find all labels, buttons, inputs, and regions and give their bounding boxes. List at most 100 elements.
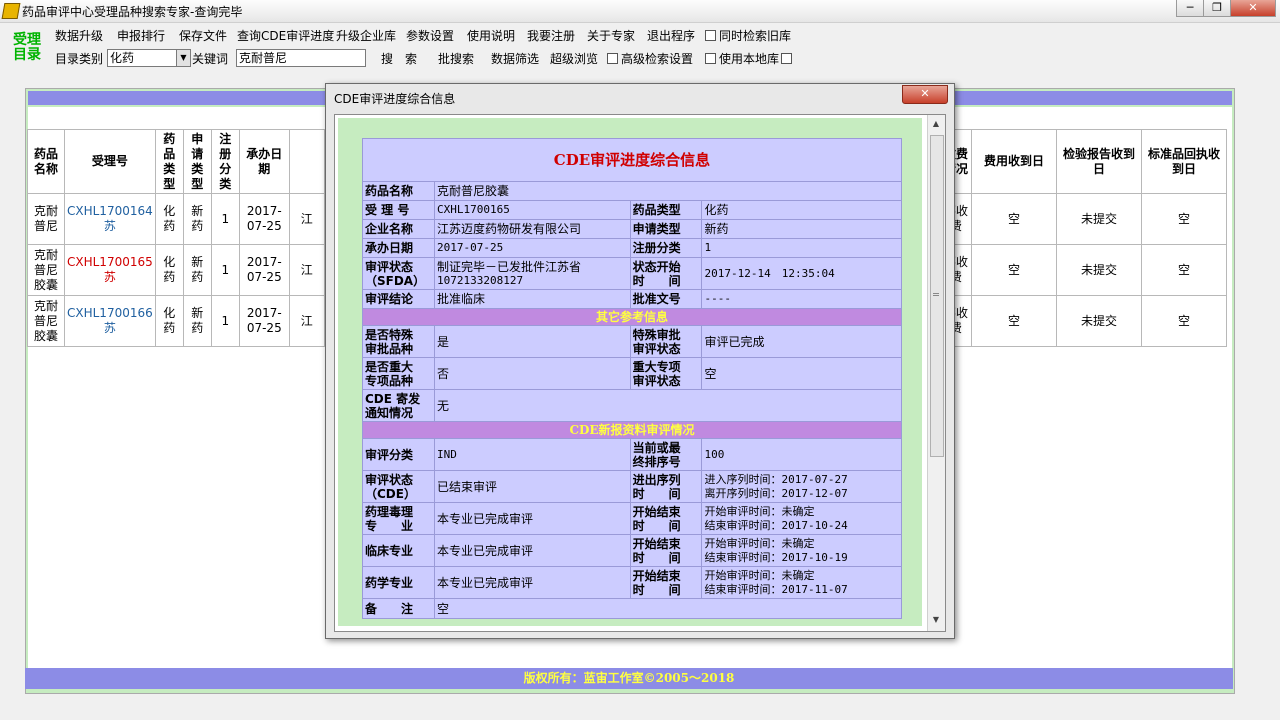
col-date: 承办日期 xyxy=(238,129,290,194)
label-line: 进出序列 xyxy=(632,472,681,487)
menu-ranking[interactable]: 申报排行 xyxy=(117,27,165,44)
label-line: 时 间 xyxy=(632,582,681,597)
cell-report: 未提交 xyxy=(1056,295,1142,347)
table-row[interactable]: 克耐普尼胶囊 CXHL1700166苏 化药 新药 1 2017-07-25 江 xyxy=(27,295,325,347)
value-reg-class: 1 xyxy=(701,238,902,258)
checkbox-label: 高级检索设置 xyxy=(621,52,694,66)
cell-class: 1 xyxy=(210,295,240,347)
label-clinical-time: 开始结束时 间 xyxy=(629,534,703,567)
col-report-date: 检验报告收到日 xyxy=(1056,129,1142,194)
category-select[interactable]: 化药 ▼ xyxy=(107,49,191,67)
table-row[interactable]: 不收费 空 未提交 空 xyxy=(940,295,1227,347)
minimize-button[interactable]: ─ xyxy=(1176,0,1204,17)
menu-settings[interactable]: 参数设置 xyxy=(406,27,454,44)
cell-report: 未提交 xyxy=(1056,193,1142,245)
label-line: 药理毒理 xyxy=(365,504,414,519)
label-sfda-status: 审评状态 （SFDA） xyxy=(362,257,435,290)
keyword-input[interactable]: 克耐普尼 xyxy=(236,49,366,67)
window-title: 药品审评中心受理品种搜索专家-查询完毕 xyxy=(22,5,243,19)
label-line: 审评状态 xyxy=(632,373,681,388)
value-pharm-time: 开始审评时间：未确定 结束审评时间：2017-10-24 xyxy=(701,502,902,535)
value-company: 江苏迈度药物研发有限公司 xyxy=(433,219,631,239)
cell-date: 2017-07-25 xyxy=(238,295,290,347)
checkbox-box xyxy=(781,53,793,64)
table-row[interactable]: 不收费 空 未提交 空 xyxy=(940,244,1227,296)
label-line: CDE 寄发 xyxy=(365,391,421,406)
label-line: 时 间 xyxy=(632,486,681,501)
label-status-time: 状态开始时 间 xyxy=(629,257,703,290)
cell-name: 克耐普尼 xyxy=(27,193,65,245)
accept-no-link[interactable]: CXHL1700166苏 xyxy=(64,295,156,347)
value-line: 离开序列时间：2017-12-07 xyxy=(704,486,848,500)
cell-class: 1 xyxy=(210,244,240,296)
checkbox-label: 使用本地库 xyxy=(719,52,780,66)
scroll-up-icon[interactable]: ▲ xyxy=(930,117,942,131)
data-filter-button[interactable]: 数据筛选 xyxy=(491,50,539,67)
table-row[interactable]: 克耐普尼胶囊 CXHL1700165苏 化药 新药 1 2017-07-25 江 xyxy=(27,244,325,296)
advanced-search-checkbox[interactable]: 高级检索设置 xyxy=(607,50,693,67)
search-old-db-checkbox[interactable]: 同时检索旧库 xyxy=(705,27,791,44)
value-line: 结束审评时间：2017-10-19 xyxy=(704,550,848,564)
table-row[interactable]: 克耐普尼 CXHL1700164苏 化药 新药 1 2017-07-25 江 xyxy=(27,193,325,245)
menu-about[interactable]: 关于专家 xyxy=(587,27,635,44)
results-table-right: 收费情况 费用收到日 检验报告收到日 标准品回执收到日 不收费 空 未提交 空 … xyxy=(940,129,1227,347)
label-review-class: 审评分类 xyxy=(362,438,435,471)
cell-apply: 新药 xyxy=(182,193,212,245)
label-line: 是否特殊 xyxy=(365,327,414,342)
cell-date: 2017-07-25 xyxy=(238,193,290,245)
search-button[interactable]: 搜 索 xyxy=(381,50,417,67)
cell-name: 克耐普尼胶囊 xyxy=(27,244,65,296)
copyright-footer: 版权所有：蓝宙工作室©2005～2018 xyxy=(25,668,1233,689)
value-line: 开始审评时间：未确定 xyxy=(704,568,815,582)
col-hidden xyxy=(288,129,325,194)
local-db-checkbox[interactable]: 使用本地库 xyxy=(705,50,795,67)
category-label: 目录类别 xyxy=(55,52,104,66)
dialog-scrollbar[interactable]: ▲ ▼ xyxy=(927,115,945,631)
col-std-date: 标准品回执收到日 xyxy=(1141,129,1227,194)
label-line: 审评状态 xyxy=(632,341,681,356)
menu-register[interactable]: 我要注册 xyxy=(527,27,575,44)
cell-cut: 江 xyxy=(288,244,325,296)
menu-data-upgrade[interactable]: 数据升级 xyxy=(55,27,103,44)
label-queue-time: 进出序列时 间 xyxy=(629,470,703,503)
value-sfda-status: 制证完毕－已发批件江苏省 1072133208127 xyxy=(433,257,631,290)
value-major-state: 空 xyxy=(701,357,902,390)
dropdown-arrow-icon[interactable]: ▼ xyxy=(176,50,190,66)
menu-cde-progress[interactable]: 查询CDE审评进度 xyxy=(237,27,334,44)
batch-search-button[interactable]: 批搜索 xyxy=(438,50,474,67)
label-line: （CDE） xyxy=(365,486,416,501)
value-notice: 无 xyxy=(433,389,903,422)
cell-cut: 江 xyxy=(288,295,325,347)
menu-exit[interactable]: 退出程序 xyxy=(647,27,695,44)
cell-drug: 化药 xyxy=(154,295,184,347)
scroll-grip-icon xyxy=(933,293,939,296)
menu-save-file[interactable]: 保存文件 xyxy=(179,27,227,44)
label-line: 当前或最 xyxy=(632,440,681,455)
menu-help[interactable]: 使用说明 xyxy=(467,27,515,44)
label-line: 时 间 xyxy=(632,518,681,533)
dialog-close-button[interactable]: ✕ xyxy=(902,85,948,104)
table-row[interactable]: 不收费 空 未提交 空 xyxy=(940,193,1227,245)
value-status-time: 2017-12-14 12:35:04 xyxy=(701,257,902,290)
checkbox-label: 同时检索旧库 xyxy=(719,29,792,43)
value-review-class: IND xyxy=(433,438,631,471)
super-browse-button[interactable]: 超级浏览 xyxy=(550,50,598,67)
value-line: 结束审评时间：2017-11-07 xyxy=(704,582,848,596)
accept-no-link[interactable]: CXHL1700164苏 xyxy=(64,193,156,245)
value-line: 1072133208127 xyxy=(436,273,524,287)
scroll-down-icon[interactable]: ▼ xyxy=(930,613,942,627)
menu-upgrade-corp[interactable]: 升级企业库 xyxy=(336,27,396,44)
label-line: 专项品种 xyxy=(365,373,414,388)
accept-no-link[interactable]: CXHL1700165苏 xyxy=(64,244,156,296)
label-line: 时 间 xyxy=(632,273,681,288)
label-line: 审评状态 xyxy=(365,259,414,274)
value-line: 开始审评时间：未确定 xyxy=(704,536,815,550)
maximize-button[interactable]: ❐ xyxy=(1203,0,1231,17)
cell-cut: 江 xyxy=(288,193,325,245)
section-other-info: 其它参考信息 xyxy=(362,308,902,326)
value-chem-time: 开始审评时间：未确定 结束审评时间：2017-11-07 xyxy=(701,566,902,599)
label-accept-no: 受 理 号 xyxy=(362,200,435,220)
close-button[interactable]: ✕ xyxy=(1230,0,1276,17)
scroll-thumb[interactable] xyxy=(930,135,944,457)
dialog-scroll-area: CDE审评进度综合信息 药品名称 克耐普尼胶囊 受 理 号 CXHL170016… xyxy=(338,118,922,626)
